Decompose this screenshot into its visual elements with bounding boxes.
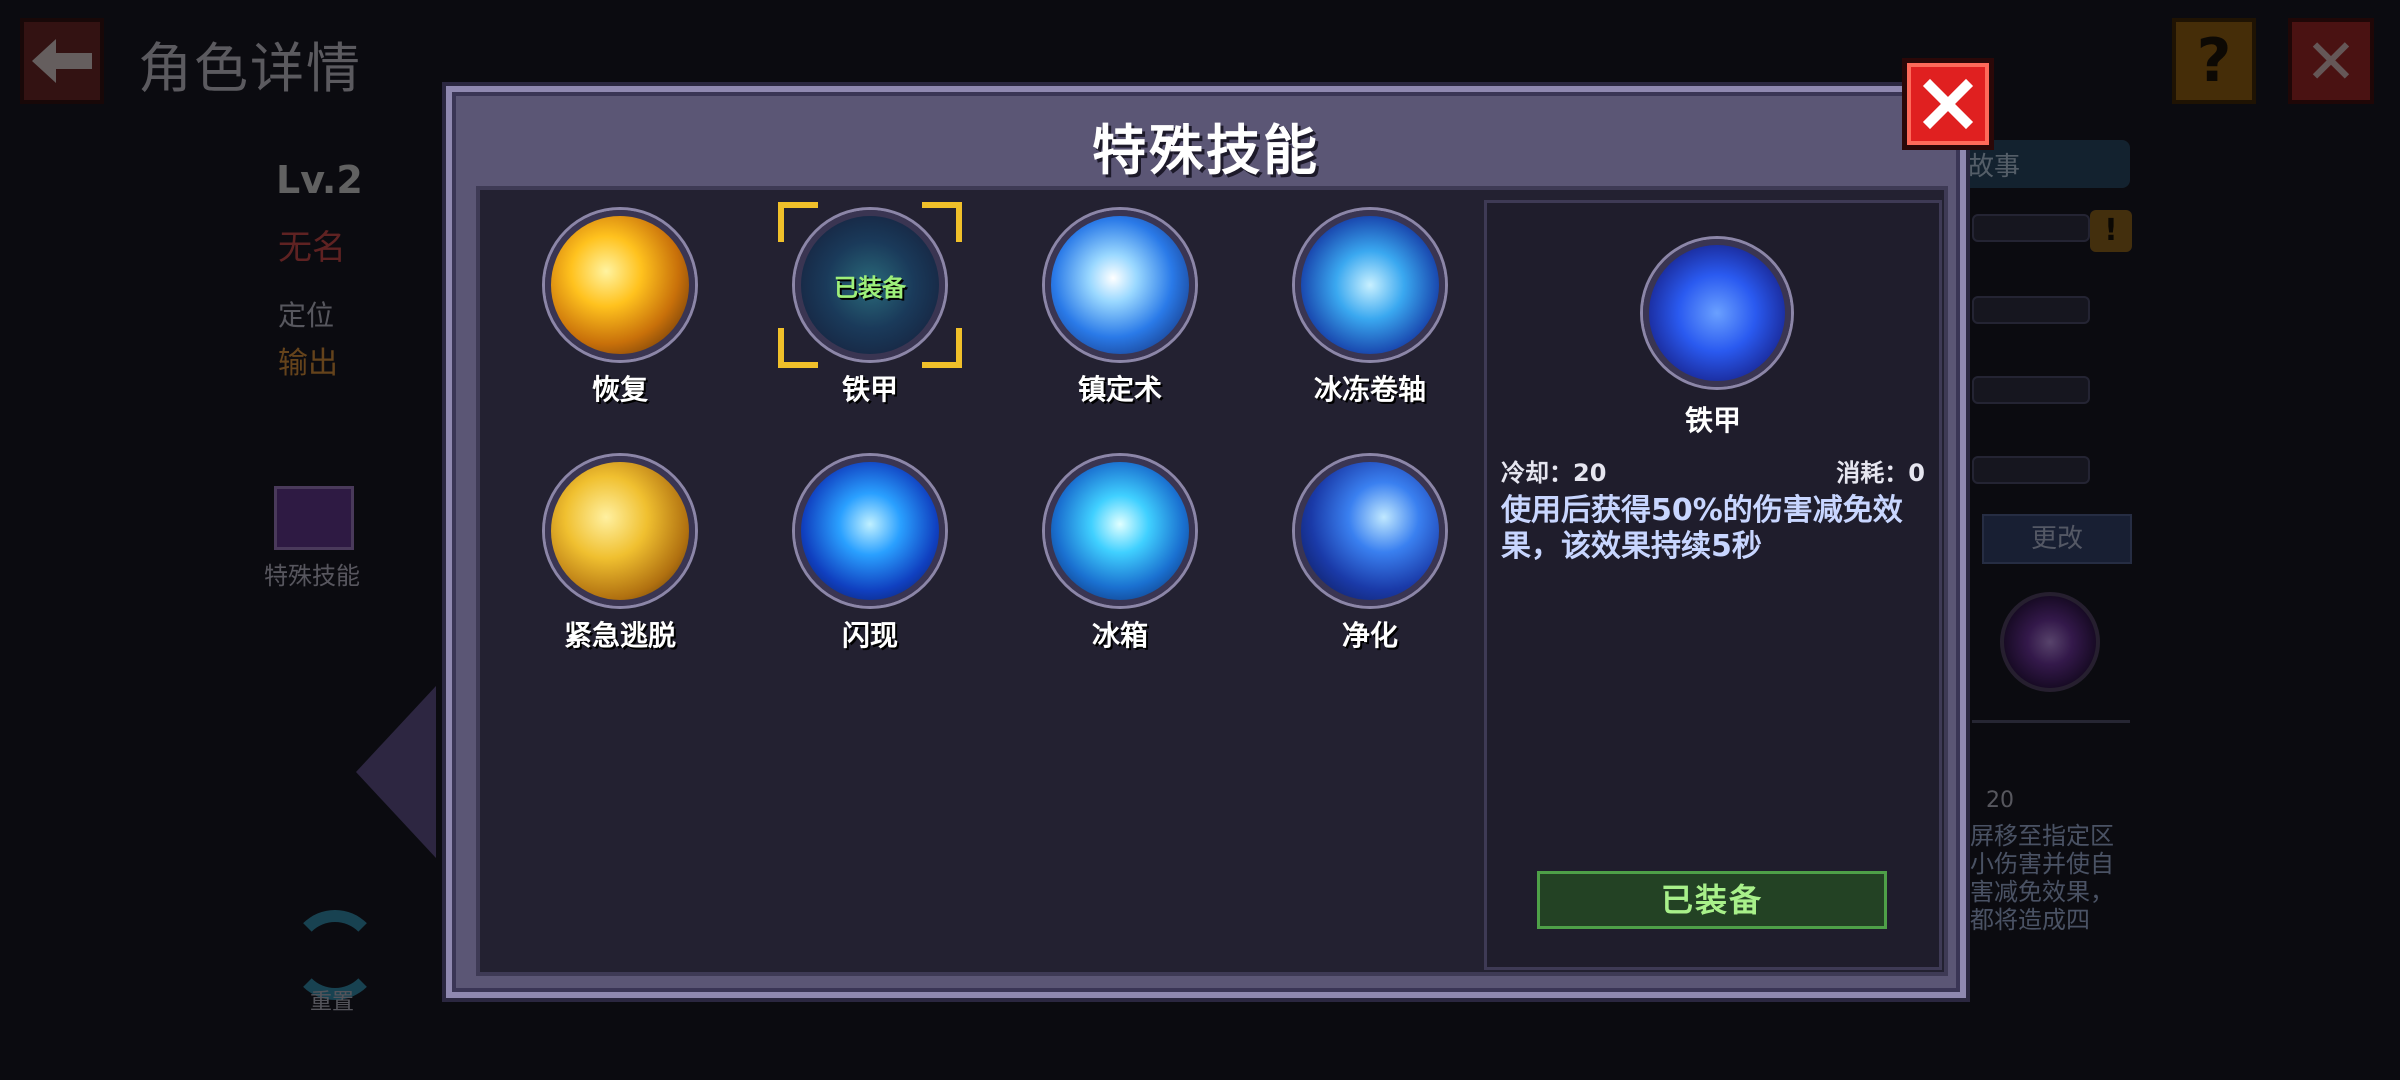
- special-skill-slot-label: 特殊技能: [264, 562, 360, 590]
- skill-recover[interactable]: 恢复: [520, 210, 720, 408]
- recover-icon: [545, 210, 695, 360]
- stat-bar: [1972, 296, 2090, 324]
- character-name: 无名: [278, 228, 346, 268]
- detail-skill-name: 铁甲: [1684, 404, 1741, 437]
- skill-label: 紧急逃脱: [563, 619, 676, 652]
- iron-armor-icon: [1643, 239, 1791, 387]
- selection-corner: [778, 328, 818, 368]
- skill-calm-spell[interactable]: 镇定术: [1020, 210, 1220, 408]
- arrow-left-icon: [32, 39, 92, 83]
- modal-title: 特殊技能: [1092, 119, 1320, 182]
- skill-flash[interactable]: 闪现: [770, 456, 970, 654]
- ice-box-icon: [1045, 456, 1195, 606]
- cooldown-value: 20: [1986, 788, 2014, 813]
- close-icon: ✕: [2305, 24, 2357, 98]
- purify-icon: [1295, 456, 1445, 606]
- stat-bar: [1972, 376, 2090, 404]
- skill-description-snippet: 屏移至指定区 小伤害并使自 害减免效果， 都将造成四: [1970, 822, 2114, 934]
- reset-label: 重置: [310, 990, 355, 1015]
- equipped-button[interactable]: 已装备: [1537, 871, 1887, 929]
- skill-emergency-escape[interactable]: 紧急逃脱: [520, 456, 720, 654]
- role-value: 输出: [278, 346, 338, 381]
- stat-bar: [1972, 214, 2090, 242]
- detail-cost: 消耗：0: [1836, 459, 1925, 487]
- selection-corner: [922, 202, 962, 242]
- detail-cooldown: 冷却：20: [1501, 459, 1607, 487]
- previous-character-arrow-icon[interactable]: [356, 686, 436, 858]
- special-skill-slot[interactable]: [274, 486, 354, 550]
- help-button[interactable]: ?: [2172, 18, 2256, 104]
- skills-panel: 恢复 已装备 铁甲 镇定术 冰冻卷轴 紧急逃脱 闪现 冰箱 净化 铁甲 冷却：2…: [476, 186, 1948, 976]
- stat-bar: [1972, 456, 2090, 484]
- back-button[interactable]: [20, 18, 104, 104]
- modal-close-button[interactable]: [1902, 58, 1994, 150]
- page-close-button[interactable]: ✕: [2288, 18, 2374, 104]
- close-icon: [1922, 78, 1974, 130]
- skill-label: 铁甲: [841, 373, 898, 406]
- change-button[interactable]: 更改: [1982, 514, 2132, 564]
- skill-label: 冰冻卷轴: [1313, 373, 1426, 406]
- skill-label: 净化: [1341, 619, 1398, 652]
- skill-iron-armor[interactable]: 已装备 铁甲: [770, 202, 970, 408]
- freeze-scroll-icon: [1295, 210, 1445, 360]
- equipped-badge: 已装备: [834, 273, 906, 302]
- page-title: 角色详情: [138, 37, 362, 100]
- skill-label: 镇定术: [1077, 373, 1162, 406]
- calm-scroll-icon: [1045, 210, 1195, 360]
- escape-icon: [545, 456, 695, 606]
- character-level: Lv.2: [276, 158, 363, 202]
- detail-description: 使用后获得50%的伤害减免效果，该效果持续5秒: [1501, 493, 1903, 564]
- skill-ice-box[interactable]: 冰箱: [1020, 456, 1220, 654]
- flash-icon: [795, 456, 945, 606]
- info-button[interactable]: !: [2090, 210, 2132, 252]
- skill-detail-panel: 铁甲 冷却：20 消耗：0 使用后获得50%的伤害减免效果，该效果持续5秒 已装…: [1484, 200, 1942, 970]
- special-skills-modal: 特殊技能 恢复 已装备 铁甲 镇定术 冰冻卷轴 紧急逃脱 闪现 冰箱 净化 铁甲…: [446, 86, 1966, 998]
- selection-corner: [922, 328, 962, 368]
- selection-corner: [778, 202, 818, 242]
- skill-label: 闪现: [841, 619, 898, 652]
- divider: [1972, 720, 2130, 723]
- skill-label: 冰箱: [1091, 619, 1148, 652]
- question-icon: ?: [2196, 26, 2232, 96]
- role-label: 定位: [278, 299, 335, 332]
- skill-purify[interactable]: 净化: [1270, 456, 1470, 654]
- skill-freeze-scroll[interactable]: 冰冻卷轴: [1270, 210, 1470, 408]
- skill-label: 恢复: [591, 373, 648, 406]
- rune-icon[interactable]: [2000, 592, 2100, 692]
